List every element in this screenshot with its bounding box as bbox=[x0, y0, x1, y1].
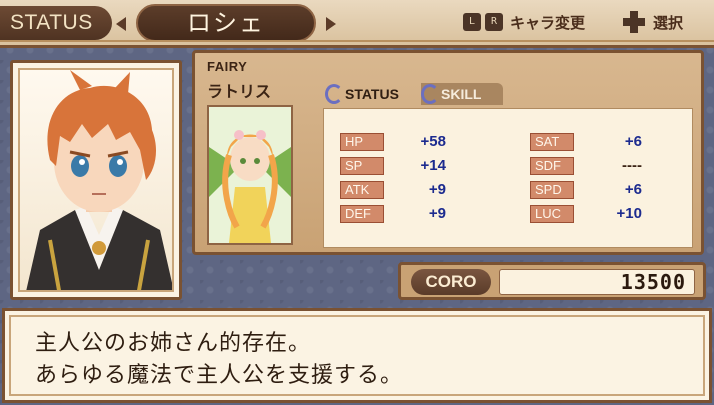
header-bar: STATUS ロシェ L R キャラ変更 選択 bbox=[0, 0, 714, 48]
stat-value: +6 bbox=[624, 133, 642, 150]
fairy-portrait-art bbox=[209, 107, 291, 243]
fairy-name: ラトリス bbox=[207, 82, 272, 101]
coro-value: 13500 bbox=[499, 269, 695, 295]
stat-value: +9 bbox=[428, 205, 446, 222]
stat-row-hp: HP +58 bbox=[340, 133, 446, 151]
status-title: STATUS bbox=[0, 6, 112, 40]
stat-label: SP bbox=[340, 157, 384, 175]
stat-label: DEF bbox=[340, 205, 384, 223]
stat-row-sat: SAT +6 bbox=[530, 133, 642, 151]
select-hint: 選択 bbox=[653, 14, 684, 32]
description-line-2: あらゆる魔法で主人公を支援する。 bbox=[35, 363, 404, 388]
stat-row-atk: ATK +9 bbox=[340, 181, 446, 199]
character-portrait-panel bbox=[10, 60, 182, 300]
description-line-1: 主人公のお姉さん的存在。 bbox=[35, 331, 312, 356]
stat-row-luc: LUC +10 bbox=[530, 205, 642, 223]
l-button-icon: L bbox=[463, 13, 481, 31]
fairy-status-panel: FAIRY ラトリス STATUS SKILL HP +58 SP +14 AT… bbox=[192, 50, 704, 255]
stat-value: +10 bbox=[616, 205, 642, 222]
character-description-box: 主人公のお姉さん的存在。 あらゆる魔法で主人公を支援する。 bbox=[2, 308, 712, 403]
coro-label: CORO bbox=[411, 269, 491, 295]
stat-value: +58 bbox=[420, 133, 446, 150]
tab-status-label: STATUS bbox=[345, 86, 399, 102]
tab-marker-icon bbox=[421, 84, 439, 104]
stat-row-sp: SP +14 bbox=[340, 157, 446, 175]
change-character-hint: キャラ変更 bbox=[510, 14, 586, 32]
stat-label: SDF bbox=[530, 157, 574, 175]
character-name: ロシェ bbox=[187, 9, 265, 37]
stat-value: +9 bbox=[428, 181, 446, 198]
fairy-portrait bbox=[207, 105, 293, 245]
stat-row-spd: SPD +6 bbox=[530, 181, 642, 199]
stat-label: LUC bbox=[530, 205, 574, 223]
tab-status[interactable]: STATUS bbox=[325, 83, 421, 105]
stat-value: ---- bbox=[622, 157, 642, 174]
stat-value: +6 bbox=[624, 181, 642, 198]
tab-skill-label: SKILL bbox=[441, 86, 482, 102]
stat-label: SAT bbox=[530, 133, 574, 151]
stat-label: SPD bbox=[530, 181, 574, 199]
character-portrait-art bbox=[26, 70, 172, 290]
character-portrait bbox=[18, 68, 174, 292]
tab-skill[interactable]: SKILL bbox=[421, 83, 503, 105]
stats-table: HP +58 SP +14 ATK +9 DEF +9 SAT +6 SDF -… bbox=[323, 108, 693, 248]
next-character-icon[interactable] bbox=[326, 17, 336, 31]
stat-row-def: DEF +9 bbox=[340, 205, 446, 223]
dpad-icon bbox=[623, 11, 645, 33]
prev-character-icon[interactable] bbox=[116, 17, 126, 31]
stat-label: HP bbox=[340, 133, 384, 151]
stat-row-sdf: SDF ---- bbox=[530, 157, 642, 175]
stat-label: ATK bbox=[340, 181, 384, 199]
tab-marker-icon bbox=[325, 84, 343, 104]
character-name-plate: ロシェ bbox=[136, 4, 316, 42]
fairy-type-label: FAIRY bbox=[207, 59, 248, 74]
r-button-icon: R bbox=[485, 13, 503, 31]
stat-value: +14 bbox=[420, 157, 446, 174]
coro-money-bar: CORO 13500 bbox=[398, 262, 706, 300]
